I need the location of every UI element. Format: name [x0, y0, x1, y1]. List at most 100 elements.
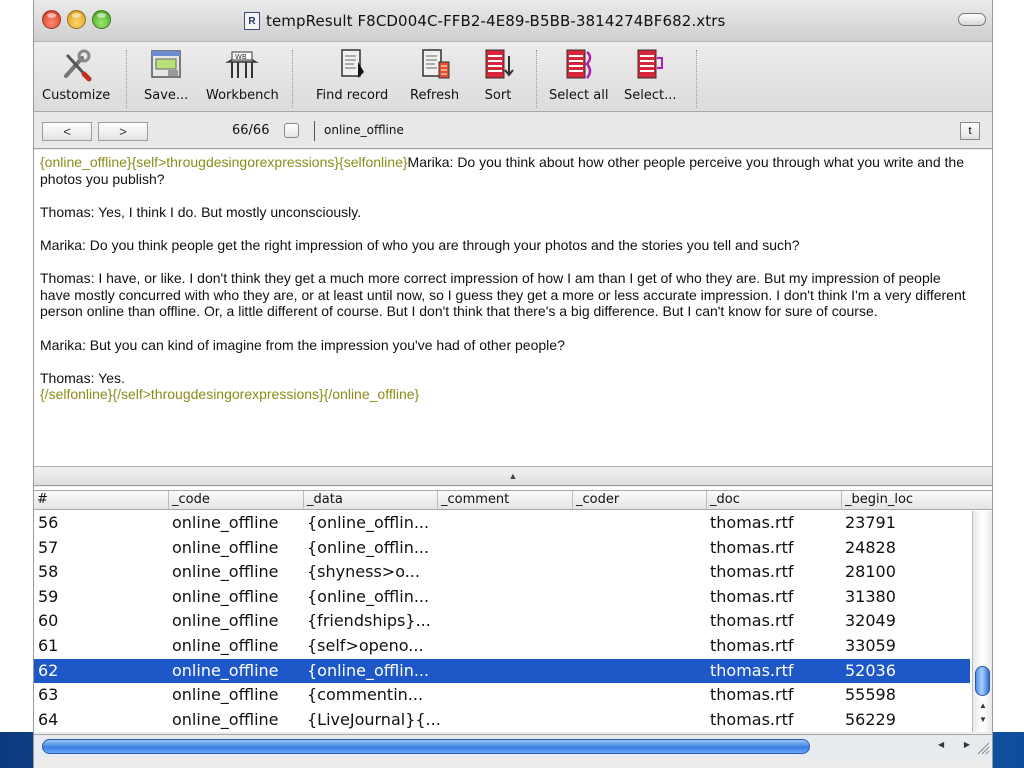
- column-header-code[interactable]: _code: [168, 491, 303, 510]
- toolbar-toggle-button[interactable]: [958, 13, 986, 26]
- table-row[interactable]: 58 online_offline {shyness>o... thomas.rtf 2…: [34, 560, 970, 585]
- cell-number: 61: [38, 636, 59, 655]
- paragraph-6: Thomas: Yes.: [40, 369, 125, 386]
- workbench-button[interactable]: WB Workbench: [206, 48, 279, 110]
- sort-button[interactable]: Sort: [480, 48, 516, 110]
- select-all-icon: [566, 49, 591, 79]
- column-header-comment[interactable]: _comment: [437, 491, 572, 510]
- cell-number: 56: [38, 513, 59, 532]
- column-header-doc[interactable]: _doc: [706, 491, 841, 510]
- resize-grip-icon[interactable]: [974, 739, 990, 755]
- scroll-up-arrow[interactable]: ▲: [976, 699, 990, 711]
- cell-begin-loc: 33059: [845, 636, 896, 655]
- save-label: Save...: [144, 88, 189, 103]
- customize-label: Customize: [42, 88, 111, 103]
- cell-doc: thomas.rtf: [710, 660, 794, 680]
- cell-begin-loc: 28100: [845, 562, 896, 582]
- previous-record-button[interactable]: <: [42, 122, 92, 141]
- table-header: # _code _data _comment _coder _doc _begi…: [34, 490, 992, 510]
- customize-button[interactable]: Customize: [42, 48, 110, 110]
- svg-text:WB: WB: [235, 53, 247, 61]
- cell-data: {friendships}...: [307, 611, 431, 631]
- refresh-label: Refresh: [410, 88, 460, 103]
- scroll-down-arrow[interactable]: ▼: [976, 713, 990, 725]
- splitter-handle-icon: ▲: [508, 471, 518, 481]
- table-row[interactable]: 57 online_offline {online_offlin... thomas.…: [34, 536, 970, 561]
- select-all-label: Select all: [549, 88, 609, 103]
- select-all-button[interactable]: Select all: [549, 48, 608, 110]
- find-record-label: Find record: [316, 88, 389, 103]
- cell-data: {LiveJournal}{...: [307, 709, 441, 729]
- column-header-begin-loc[interactable]: _begin_loc: [841, 491, 992, 510]
- column-header-data[interactable]: _data: [303, 491, 437, 510]
- column-header-number[interactable]: #: [34, 491, 168, 510]
- cell-code: online_offline: [172, 537, 279, 557]
- results-table: # _code _data _comment _coder _doc _begi…: [34, 487, 992, 732]
- table-row[interactable]: 56 online_offline {online_offlin... thomas.…: [34, 511, 970, 536]
- column-header-coder[interactable]: _coder: [572, 491, 706, 510]
- document-icon: R: [244, 12, 260, 30]
- find-record-button[interactable]: Find record: [316, 48, 388, 110]
- open-code-tags: {online_offline}{self>througdesingorexpr…: [40, 154, 408, 170]
- paragraph-3: Marika: Do you think people get the righ…: [40, 236, 800, 253]
- table-row[interactable]: 62 online_offline {online_offlin... thomas.…: [34, 658, 970, 684]
- cell-number: 59: [38, 586, 59, 606]
- cell-doc: thomas.rtf: [710, 611, 794, 631]
- table-row[interactable]: 59 online_offline {online_offlin... thomas.…: [34, 585, 970, 610]
- sort-icon: [485, 49, 514, 79]
- cell-doc: thomas.rtf: [710, 636, 794, 655]
- title-bar[interactable]: R tempResult F8CD004C-FFB2-4E89-B5BB-381…: [34, 0, 992, 42]
- minimize-window-button[interactable]: [67, 10, 86, 29]
- cell-number: 58: [38, 562, 59, 582]
- scroll-right-arrow[interactable]: ▶: [964, 740, 970, 754]
- cell-data: {online_offlin...: [307, 537, 430, 557]
- next-record-button[interactable]: >: [98, 122, 148, 141]
- select-button[interactable]: Select...: [624, 48, 677, 110]
- pane-splitter[interactable]: ▲: [34, 466, 992, 486]
- nav-divider: [314, 121, 315, 141]
- cell-doc: thomas.rtf: [710, 562, 794, 582]
- horizontal-scroll-thumb[interactable]: [42, 739, 810, 754]
- table-row[interactable]: 60 online_offline {friendships}... thomas.r…: [34, 609, 970, 634]
- cell-code: online_offline: [172, 586, 279, 606]
- refresh-button[interactable]: Refresh: [410, 48, 459, 110]
- cell-begin-loc: 55598: [845, 685, 896, 705]
- scroll-left-arrow[interactable]: ◀: [938, 740, 944, 754]
- table-row[interactable]: 61 online_offline {self>openo... thomas.rtf…: [34, 634, 970, 659]
- vertical-scroll-thumb[interactable]: [975, 666, 990, 696]
- record-checkbox[interactable]: [284, 123, 299, 138]
- cell-data: {online_offlin...: [307, 513, 430, 532]
- zoom-window-button[interactable]: [92, 10, 111, 29]
- cell-data: {online_offlin...: [307, 586, 430, 606]
- cell-code: online_offline: [172, 636, 279, 655]
- workbench-label: Workbench: [206, 88, 279, 103]
- select-label: Select...: [624, 88, 677, 103]
- table-row[interactable]: 63 online_offline {commentin... thomas.rtf 5…: [34, 683, 970, 708]
- window-title: tempResult F8CD004C-FFB2-4E89-B5BB-38142…: [266, 12, 726, 30]
- wrench-screwdriver-icon: [64, 49, 92, 82]
- scroll-up-cap: [976, 517, 990, 529]
- cell-data: {self>openo...: [307, 636, 424, 655]
- save-window-icon: [151, 50, 181, 78]
- cell-doc: thomas.rtf: [710, 709, 794, 729]
- toolbar: Customize Save... WB Workbench Find reco…: [34, 42, 992, 112]
- cell-data: {commentin...: [307, 685, 424, 705]
- horizontal-scrollbar[interactable]: ◀ ▶: [34, 734, 992, 758]
- record-text-pane[interactable]: {online_offline}{self>througdesingorexpr…: [34, 150, 992, 466]
- table-row[interactable]: 64 online_offline {LiveJournal}{... thomas.…: [34, 708, 970, 733]
- cell-begin-loc: 31380: [845, 586, 896, 606]
- vertical-scrollbar[interactable]: ▲ ▼: [972, 511, 992, 732]
- text-toggle-button[interactable]: t: [960, 122, 980, 140]
- record-counter: 66/66: [232, 123, 270, 138]
- cell-begin-loc: 32049: [845, 611, 896, 631]
- cell-doc: thomas.rtf: [710, 537, 794, 557]
- cell-begin-loc: 56229: [845, 709, 896, 729]
- document-icon-glyph: R: [248, 15, 256, 27]
- cell-code: online_offline: [172, 709, 279, 729]
- save-button[interactable]: Save...: [144, 48, 188, 110]
- cell-data: {online_offlin...: [307, 660, 430, 680]
- cell-begin-loc: 24828: [845, 537, 896, 557]
- close-window-button[interactable]: [42, 10, 61, 29]
- cell-code: online_offline: [172, 660, 279, 680]
- cell-code: online_offline: [172, 685, 279, 705]
